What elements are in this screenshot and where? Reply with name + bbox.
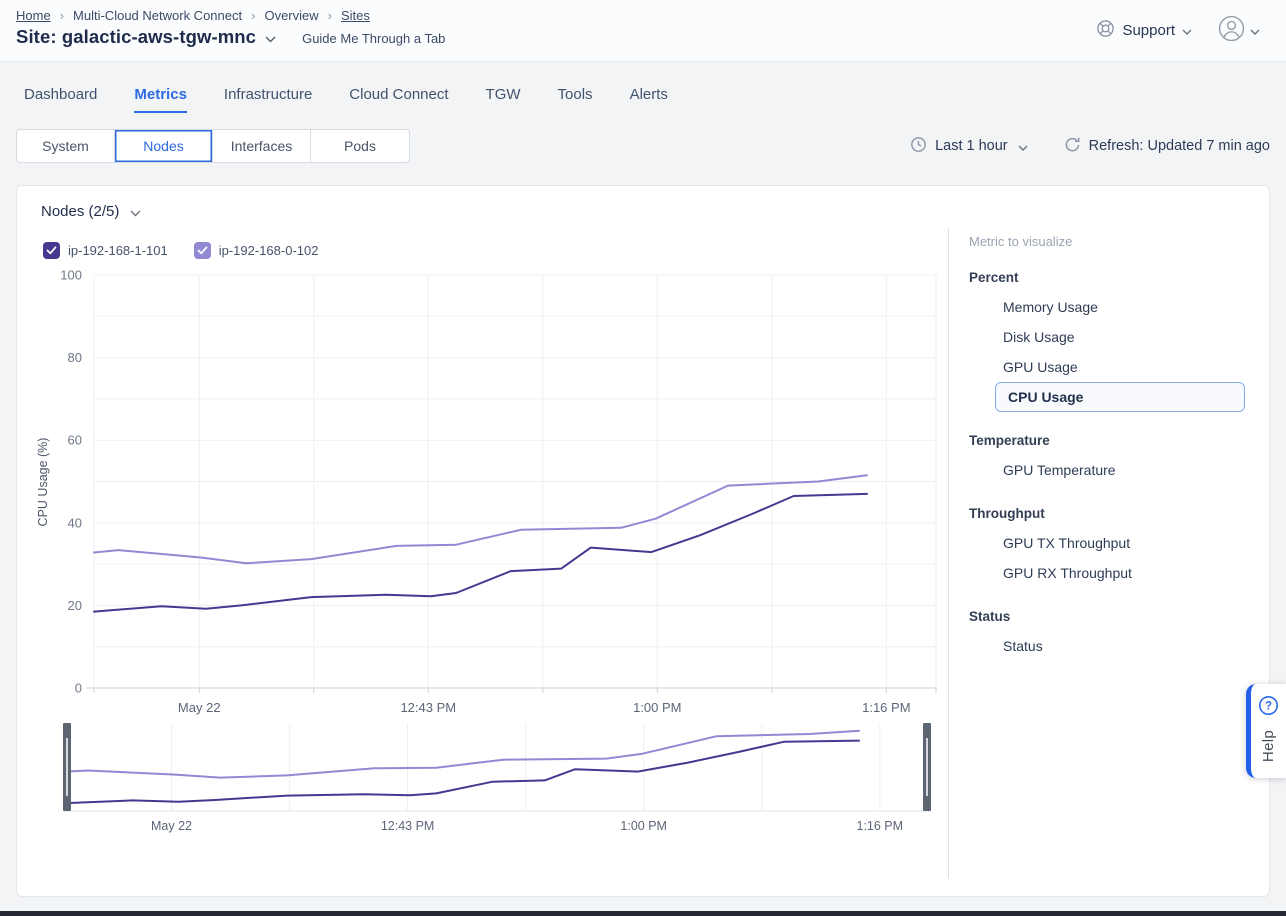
metric-option-gpu-rx-throughput[interactable]: GPU RX Throughput [1003, 558, 1247, 588]
metric-group-label: Throughput [969, 506, 1247, 521]
breadcrumb-item-overview: Overview [264, 8, 318, 23]
lifebuoy-icon [1096, 19, 1115, 42]
svg-text:80: 80 [68, 350, 82, 365]
tab-cloud-connect[interactable]: Cloud Connect [349, 86, 448, 113]
metric-sidebar: Metric to visualize Percent Memory UsageD… [949, 226, 1269, 896]
breadcrumb-separator: › [328, 8, 332, 23]
chevron-down-icon [1250, 22, 1260, 40]
clock-icon [910, 136, 927, 157]
panel-title: Nodes (2/5) [41, 203, 119, 220]
subtab-nodes[interactable]: Nodes [115, 130, 213, 162]
svg-text:40: 40 [68, 515, 82, 530]
svg-text:May 22: May 22 [178, 700, 221, 715]
site-dropdown-chevron-icon[interactable] [265, 30, 276, 48]
legend-label: ip-192-168-1-101 [68, 243, 168, 258]
help-button[interactable]: ? Help [1246, 684, 1286, 778]
guide-me-link[interactable]: Guide Me Through a Tab [302, 31, 445, 46]
breadcrumb-item-home[interactable]: Home [16, 8, 51, 23]
subtab-interfaces[interactable]: Interfaces [213, 130, 311, 162]
chevron-down-icon[interactable] [130, 204, 141, 221]
refresh-label: Refresh: Updated 7 min ago [1089, 138, 1270, 154]
nodes-panel: Nodes (2/5) ip-192-168-1-101 ip-192-168-0… [16, 185, 1270, 897]
svg-text:May 22: May 22 [151, 819, 192, 833]
svg-text:?: ? [1265, 701, 1272, 713]
metric-group-label: Percent [969, 270, 1247, 285]
support-menu[interactable]: Support [1096, 19, 1192, 42]
breadcrumb-item-multi-cloud-network-connect: Multi-Cloud Network Connect [73, 8, 242, 23]
page-title: Site: galactic-aws-tgw-mnc [16, 26, 256, 48]
metric-option-gpu-temperature[interactable]: GPU Temperature [1003, 455, 1247, 485]
svg-text:12:43 PM: 12:43 PM [381, 819, 435, 833]
account-menu[interactable] [1218, 15, 1260, 47]
svg-text:20: 20 [68, 598, 82, 613]
metric-option-cpu-usage[interactable]: CPU Usage [995, 382, 1245, 412]
metrics-subtab-bar: SystemNodesInterfacesPods [16, 129, 410, 163]
support-label: Support [1122, 22, 1175, 39]
metric-option-status[interactable]: Status [1003, 631, 1247, 661]
metric-option-memory-usage[interactable]: Memory Usage [1003, 292, 1247, 322]
svg-text:1:00 PM: 1:00 PM [620, 819, 667, 833]
chevron-down-icon [1182, 22, 1192, 39]
question-circle-icon: ? [1258, 695, 1279, 721]
help-label: Help [1260, 730, 1277, 762]
refresh-button[interactable]: Refresh: Updated 7 min ago [1064, 136, 1270, 157]
svg-text:CPU Usage (%): CPU Usage (%) [36, 438, 50, 527]
metric-group-throughput: Throughput GPU TX ThroughputGPU RX Throug… [969, 506, 1247, 588]
svg-text:1:16 PM: 1:16 PM [857, 819, 904, 833]
tab-metrics[interactable]: Metrics [134, 86, 187, 113]
metric-option-disk-usage[interactable]: Disk Usage [1003, 322, 1247, 352]
tab-tools[interactable]: Tools [558, 86, 593, 113]
svg-text:1:16 PM: 1:16 PM [862, 700, 910, 715]
check-icon [194, 242, 211, 259]
brush-handle-right[interactable] [923, 723, 931, 811]
metric-group-temperature: Temperature GPU Temperature [969, 433, 1247, 485]
metric-option-gpu-tx-throughput[interactable]: GPU TX Throughput [1003, 528, 1247, 558]
tab-tgw[interactable]: TGW [486, 86, 521, 113]
window-bottom-edge [0, 911, 1286, 916]
legend-label: ip-192-168-0-102 [219, 243, 319, 258]
legend-checkbox-ip-192-168-0-102[interactable]: ip-192-168-0-102 [194, 242, 319, 259]
brush-handle-left[interactable] [63, 723, 71, 811]
svg-text:1:00 PM: 1:00 PM [633, 700, 681, 715]
breadcrumb: Home › Multi-Cloud Network Connect › Overvie… [16, 8, 445, 23]
series-legend: ip-192-168-1-101 ip-192-168-0-102 [43, 242, 318, 259]
metric-group-label: Temperature [969, 433, 1247, 448]
avatar-icon [1218, 15, 1245, 47]
cpu-usage-chart[interactable]: 0 20 40 60 80 100 CPU Usage (%) May 22 12:43 PM 1… [17, 260, 948, 852]
check-icon [43, 242, 60, 259]
breadcrumb-separator: › [251, 8, 255, 23]
svg-text:60: 60 [68, 433, 82, 448]
subtab-pods[interactable]: Pods [311, 130, 409, 162]
time-range-label: Last 1 hour [935, 138, 1008, 154]
metric-option-gpu-usage[interactable]: GPU Usage [1003, 352, 1247, 382]
metric-group-status: Status Status [969, 609, 1247, 661]
legend-checkbox-ip-192-168-1-101[interactable]: ip-192-168-1-101 [43, 242, 168, 259]
tab-infrastructure[interactable]: Infrastructure [224, 86, 312, 113]
svg-text:100: 100 [60, 268, 82, 283]
breadcrumb-item-sites[interactable]: Sites [341, 8, 370, 23]
breadcrumb-separator: › [60, 8, 64, 23]
controls-row: SystemNodesInterfacesPods Last 1 hour [16, 129, 1270, 163]
tab-dashboard[interactable]: Dashboard [24, 86, 97, 113]
main-tab-bar: Dashboard Metrics Infrastructure Cloud Conn… [0, 62, 1286, 113]
chevron-down-icon [1018, 139, 1028, 155]
refresh-icon [1064, 136, 1081, 157]
app-header: Home › Multi-Cloud Network Connect › Overvie… [0, 0, 1286, 62]
subtab-system[interactable]: System [17, 130, 115, 162]
metric-sidebar-title: Metric to visualize [969, 234, 1247, 249]
time-range-selector[interactable]: Last 1 hour [910, 136, 1028, 157]
svg-text:0: 0 [75, 681, 82, 696]
page-root: Home › Multi-Cloud Network Connect › Overvie… [0, 0, 1286, 916]
metric-group-label: Status [969, 609, 1247, 624]
metric-group-percent: Percent Memory UsageDisk UsageGPU UsageCP… [969, 270, 1247, 412]
tab-alerts[interactable]: Alerts [630, 86, 668, 113]
svg-text:12:43 PM: 12:43 PM [400, 700, 456, 715]
